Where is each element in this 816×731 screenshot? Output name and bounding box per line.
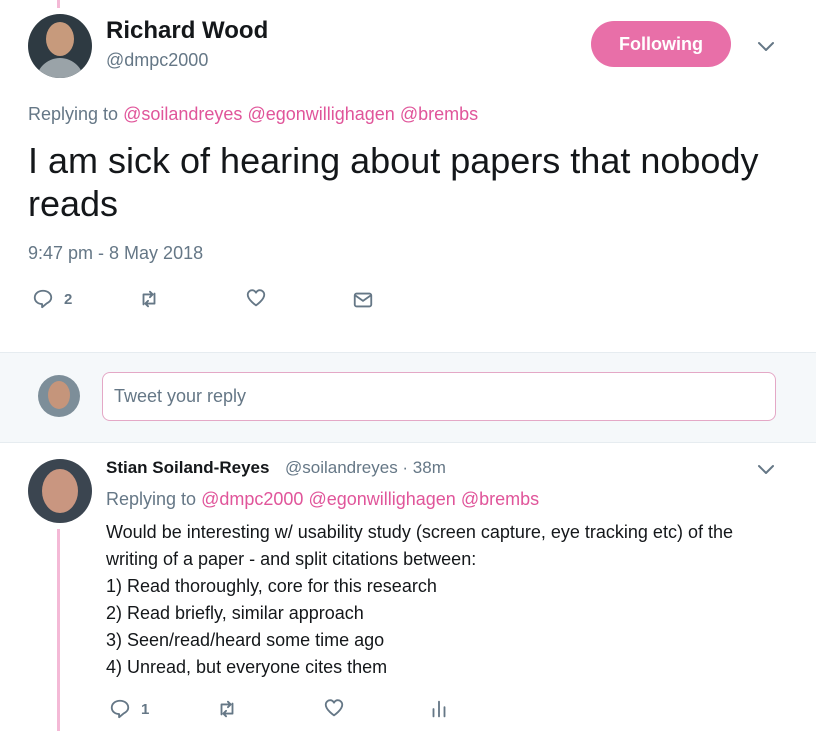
avatar[interactable] <box>28 14 92 78</box>
like-button[interactable] <box>245 287 267 309</box>
tweet-text-line: Would be interesting w/ usability study … <box>106 522 733 542</box>
envelope-icon <box>353 292 373 308</box>
tweet-reply-input[interactable] <box>102 372 776 421</box>
retweet-button[interactable] <box>138 288 160 310</box>
replying-to: Replying to @dmpc2000 @egonwillighagen @… <box>106 489 539 510</box>
mention-link[interactable]: @brembs <box>400 104 478 124</box>
reply-button[interactable]: 1 <box>109 698 149 720</box>
mention-link[interactable]: @egonwillighagen <box>308 489 455 509</box>
tweet-text-line: 3) Seen/read/heard some time ago <box>106 630 385 650</box>
avatar[interactable] <box>28 459 92 523</box>
replying-prefix: Replying to <box>106 489 197 509</box>
heart-icon <box>324 699 344 717</box>
reply-count: 2 <box>64 290 73 308</box>
replying-prefix: Replying to <box>28 104 119 124</box>
mention-link[interactable]: @dmpc2000 <box>201 489 303 509</box>
retweet-button[interactable] <box>216 698 238 720</box>
mention-link[interactable]: @egonwillighagen <box>247 104 394 124</box>
thread-connector <box>57 529 60 731</box>
chevron-down-icon[interactable] <box>756 459 776 479</box>
heart-icon <box>246 289 266 307</box>
tweet-text: Would be interesting w/ usability study … <box>106 519 786 681</box>
tweet-text-line: writing of a paper - and split citations… <box>106 549 477 569</box>
analytics-icon <box>432 700 446 718</box>
main-tweet: Richard Wood @dmpc2000 Following Replyin… <box>0 0 816 352</box>
analytics-button[interactable] <box>428 698 450 720</box>
chevron-down-icon[interactable] <box>756 36 776 56</box>
author-display-name[interactable]: Stian Soiland-Reyes <box>106 458 269 478</box>
reply-count: 1 <box>141 700 150 718</box>
reply-icon <box>33 289 53 309</box>
replying-to: Replying to @soilandreyes @egonwillighag… <box>28 104 478 125</box>
reply-icon <box>110 699 130 719</box>
mention-link[interactable]: @brembs <box>461 489 539 509</box>
mention-link[interactable]: @soilandreyes <box>123 104 242 124</box>
tweet-text-line: 4) Unread, but everyone cites them <box>106 657 388 677</box>
retweet-icon <box>220 700 234 718</box>
like-button[interactable] <box>323 697 345 719</box>
direct-message-button[interactable] <box>352 289 374 311</box>
following-button[interactable]: Following <box>591 21 731 67</box>
reply-button[interactable]: 2 <box>32 288 72 310</box>
author-handle[interactable]: @dmpc2000 <box>106 50 208 71</box>
tweet-text-line: 1) Read thoroughly, core for this resear… <box>106 576 437 596</box>
author-handle-time[interactable]: @soilandreyes · 38m <box>285 458 446 478</box>
tweet-text-line: 2) Read briefly, similar approach <box>106 603 364 623</box>
author-display-name[interactable]: Richard Wood <box>106 17 268 45</box>
tweet-text: I am sick of hearing about papers that n… <box>28 140 759 224</box>
retweet-icon <box>142 290 156 308</box>
avatar <box>38 375 80 417</box>
tweet-timestamp[interactable]: 9:47 pm - 8 May 2018 <box>28 243 203 264</box>
